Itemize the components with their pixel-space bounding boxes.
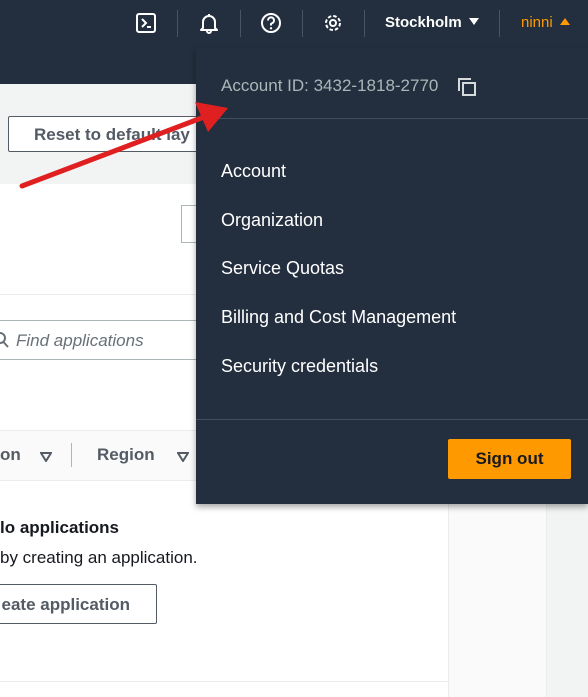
caret-up-icon (559, 18, 570, 25)
account-dropdown: Account ID: 3432-1818-2770 Account Organ… (196, 47, 588, 504)
column-header-region[interactable]: Region (97, 445, 155, 465)
column-separator[interactable] (71, 443, 72, 467)
help-icon[interactable] (259, 11, 283, 35)
panel-divider (0, 681, 448, 682)
empty-state-title: lo applications (0, 518, 120, 537)
side-column (448, 500, 547, 697)
region-selector[interactable]: Stockholm (385, 14, 479, 31)
gear-icon[interactable] (321, 11, 345, 35)
create-application-button[interactable]: eate application (0, 584, 157, 624)
menu-item-security-credentials[interactable]: Security credentials (221, 356, 378, 377)
search-icon (0, 331, 10, 354)
search-input[interactable]: Find applications (0, 320, 210, 360)
dropdown-divider (196, 118, 588, 119)
menu-item-billing[interactable]: Billing and Cost Management (221, 307, 456, 328)
nav-separator (302, 10, 303, 37)
sign-out-button[interactable]: Sign out (448, 439, 571, 479)
sort-icon[interactable] (39, 449, 53, 467)
search-placeholder: Find applications (16, 331, 144, 350)
column-header-name[interactable]: on (0, 445, 21, 465)
sort-icon[interactable] (176, 449, 190, 467)
menu-item-organization[interactable]: Organization (221, 210, 323, 231)
account-id: Account ID: 3432-1818-2770 (221, 76, 439, 95)
caret-down-icon (468, 18, 479, 25)
nav-separator (499, 10, 500, 37)
top-navigation: Stockholm ninni (0, 0, 588, 47)
dropdown-divider (196, 419, 588, 420)
account-menu-button[interactable]: ninni (521, 14, 570, 31)
menu-item-account[interactable]: Account (221, 161, 286, 182)
nav-separator (364, 10, 365, 37)
menu-item-service-quotas[interactable]: Service Quotas (221, 258, 344, 279)
nav-separator (177, 10, 178, 37)
copy-icon[interactable] (458, 78, 476, 101)
empty-state-description: by creating an application. (0, 548, 198, 567)
nav-separator (240, 10, 241, 37)
username-label: ninni (521, 14, 553, 31)
bell-icon[interactable] (197, 11, 221, 35)
cloudshell-icon[interactable] (134, 11, 158, 35)
region-label: Stockholm (385, 14, 462, 31)
reset-layout-button[interactable]: Reset to default lay (8, 116, 228, 152)
